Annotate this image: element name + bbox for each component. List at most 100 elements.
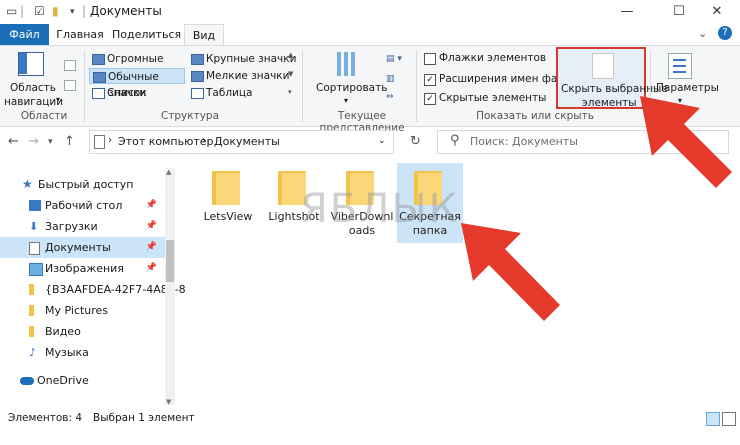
- layout-medium-icons[interactable]: Обычные значки: [89, 68, 185, 99]
- add-columns-icon[interactable]: ▥: [386, 74, 395, 84]
- size-columns-icon[interactable]: ⇔: [386, 92, 394, 102]
- chevron-down-icon[interactable]: ▾: [56, 95, 60, 104]
- options-icon[interactable]: [668, 53, 692, 79]
- extensions-checkbox[interactable]: ✓: [424, 74, 436, 86]
- nav-downloads[interactable]: ⬇ Загрузки 📌: [0, 216, 165, 237]
- address-dropdown-icon[interactable]: ⌄: [378, 136, 386, 146]
- watermark: ЯБЛЫК: [300, 186, 460, 232]
- breadcrumb-separator: ›: [202, 135, 206, 146]
- more-icon[interactable]: ▾: [288, 88, 292, 96]
- separator: |: [82, 4, 87, 18]
- document-icon: [29, 242, 40, 255]
- up-icon[interactable]: ↑: [64, 134, 75, 149]
- new-folder-icon[interactable]: ▮: [52, 4, 59, 18]
- back-icon[interactable]: ←: [8, 134, 19, 149]
- hidden-items-checkbox[interactable]: ✓: [424, 93, 436, 105]
- sort-icon[interactable]: [334, 52, 358, 78]
- details-pane-icon[interactable]: [64, 80, 76, 91]
- preview-pane-icon[interactable]: [64, 60, 76, 71]
- layout-details[interactable]: Таблица: [188, 85, 302, 101]
- pin-icon[interactable]: 📌: [146, 237, 157, 258]
- ribbon: Область навигации ▾ Области Огромные зна…: [0, 45, 740, 134]
- layout-huge-icons[interactable]: Огромные значки: [89, 51, 203, 81]
- file-item[interactable]: LetsView: [195, 163, 261, 243]
- properties-icon[interactable]: ☑: [34, 4, 45, 18]
- pin-icon[interactable]: 📌: [146, 216, 157, 237]
- minimize-button[interactable]: —: [604, 0, 650, 24]
- forward-icon[interactable]: →: [28, 134, 39, 149]
- picture-icon: [29, 263, 43, 276]
- scroll-up-icon[interactable]: ▲: [288, 51, 293, 59]
- desktop-icon: [29, 200, 41, 211]
- close-button[interactable]: ✕: [694, 0, 740, 24]
- layout-list[interactable]: Список: [89, 85, 203, 101]
- nav-pictures[interactable]: Изображения 📌: [0, 258, 165, 279]
- tab-file[interactable]: Файл: [0, 24, 49, 45]
- nav-music[interactable]: ♪ Музыка: [0, 342, 165, 363]
- chevron-down-icon[interactable]: ▾: [344, 96, 348, 105]
- download-icon: ⬇: [29, 220, 39, 233]
- search-placeholder: Поиск: Документы: [470, 135, 578, 148]
- app-icon[interactable]: ▭: [6, 4, 17, 18]
- nav-scrollbar[interactable]: [165, 168, 175, 408]
- group-label-areas: Области: [20, 110, 68, 122]
- tab-share[interactable]: Поделиться: [112, 24, 181, 45]
- window-title: Документы: [90, 4, 162, 18]
- details-view-icon[interactable]: [706, 412, 720, 426]
- item-checkboxes-label[interactable]: Флажки элементов: [439, 52, 546, 64]
- scroll-down-icon[interactable]: ▼: [288, 70, 293, 78]
- group-label-show-hide: Показать или скрыть: [476, 110, 594, 122]
- hide-selected-icon: [592, 53, 614, 79]
- sort-button[interactable]: Сортировать: [316, 82, 387, 94]
- separator: [302, 50, 303, 122]
- breadcrumb-folder[interactable]: Документы: [214, 135, 280, 148]
- breadcrumb-separator: ›: [108, 135, 112, 146]
- large-icons-view-icon[interactable]: [722, 412, 736, 426]
- search-icon: ⚲: [450, 133, 460, 148]
- tab-view[interactable]: Вид: [184, 24, 224, 45]
- item-checkboxes-checkbox[interactable]: [424, 53, 436, 65]
- nav-scrollbar-thumb[interactable]: [166, 240, 174, 282]
- separator: |: [20, 4, 25, 18]
- status-count: Элементов: 4: [8, 412, 83, 424]
- recent-dropdown-icon[interactable]: ▾: [48, 137, 53, 147]
- separator: [416, 50, 417, 122]
- star-icon: ★: [22, 177, 33, 191]
- address-bar[interactable]: › Этот компьютер › Документы ⌄: [89, 130, 394, 154]
- breadcrumb-computer[interactable]: Этот компьютер: [118, 135, 214, 148]
- nav-videos[interactable]: Видео: [0, 321, 165, 342]
- group-label-layout: Структура: [160, 110, 220, 122]
- help-icon[interactable]: ?: [718, 26, 732, 40]
- folder-icon: [212, 171, 240, 205]
- red-arrow-icon: [640, 96, 732, 188]
- pin-icon[interactable]: 📌: [146, 195, 157, 216]
- group-by-icon[interactable]: ▤ ▾: [386, 54, 402, 64]
- red-arrow-icon: [461, 223, 560, 321]
- nav-my-pictures[interactable]: My Pictures: [0, 300, 165, 321]
- collapse-ribbon-icon[interactable]: ⌄: [698, 27, 707, 40]
- nav-guid-folder[interactable]: {B3AAFDEA-42F7-4A82-8: [0, 279, 186, 300]
- hidden-items-label[interactable]: Скрытые элементы: [439, 92, 546, 104]
- nav-documents[interactable]: Документы 📌: [0, 237, 165, 258]
- layout-large-icons[interactable]: Крупные значки: [188, 51, 302, 67]
- navigation-pane-icon[interactable]: [18, 52, 44, 76]
- nav-quick-access[interactable]: ★ Быстрый доступ: [0, 174, 165, 195]
- layout-small-icons[interactable]: Мелкие значки: [188, 68, 302, 84]
- cloud-icon: [20, 377, 34, 385]
- tab-home[interactable]: Главная: [55, 24, 105, 45]
- refresh-icon[interactable]: ↻: [410, 134, 421, 149]
- nav-pane-label[interactable]: Область: [10, 82, 56, 94]
- nav-onedrive[interactable]: OneDrive: [0, 370, 165, 391]
- quick-access-dropdown-icon[interactable]: ▾: [70, 7, 75, 17]
- pin-icon[interactable]: 📌: [146, 258, 157, 279]
- nav-pane-label-2[interactable]: навигации: [4, 96, 63, 108]
- ribbon-tabs: Файл Главная Поделиться Вид ⌄ ?: [0, 24, 740, 45]
- scroll-up-icon[interactable]: ▲: [166, 168, 171, 176]
- hide-selected-label-2: элементы: [582, 97, 637, 109]
- title-bar: ▭ | ☑ ▮ ▾ | Документы — ☐ ✕: [0, 0, 740, 24]
- folder-icon: [29, 284, 34, 295]
- computer-icon: [94, 135, 105, 149]
- folder-icon: [29, 305, 34, 316]
- folder-icon: [29, 326, 34, 337]
- nav-desktop[interactable]: Рабочий стол 📌: [0, 195, 165, 216]
